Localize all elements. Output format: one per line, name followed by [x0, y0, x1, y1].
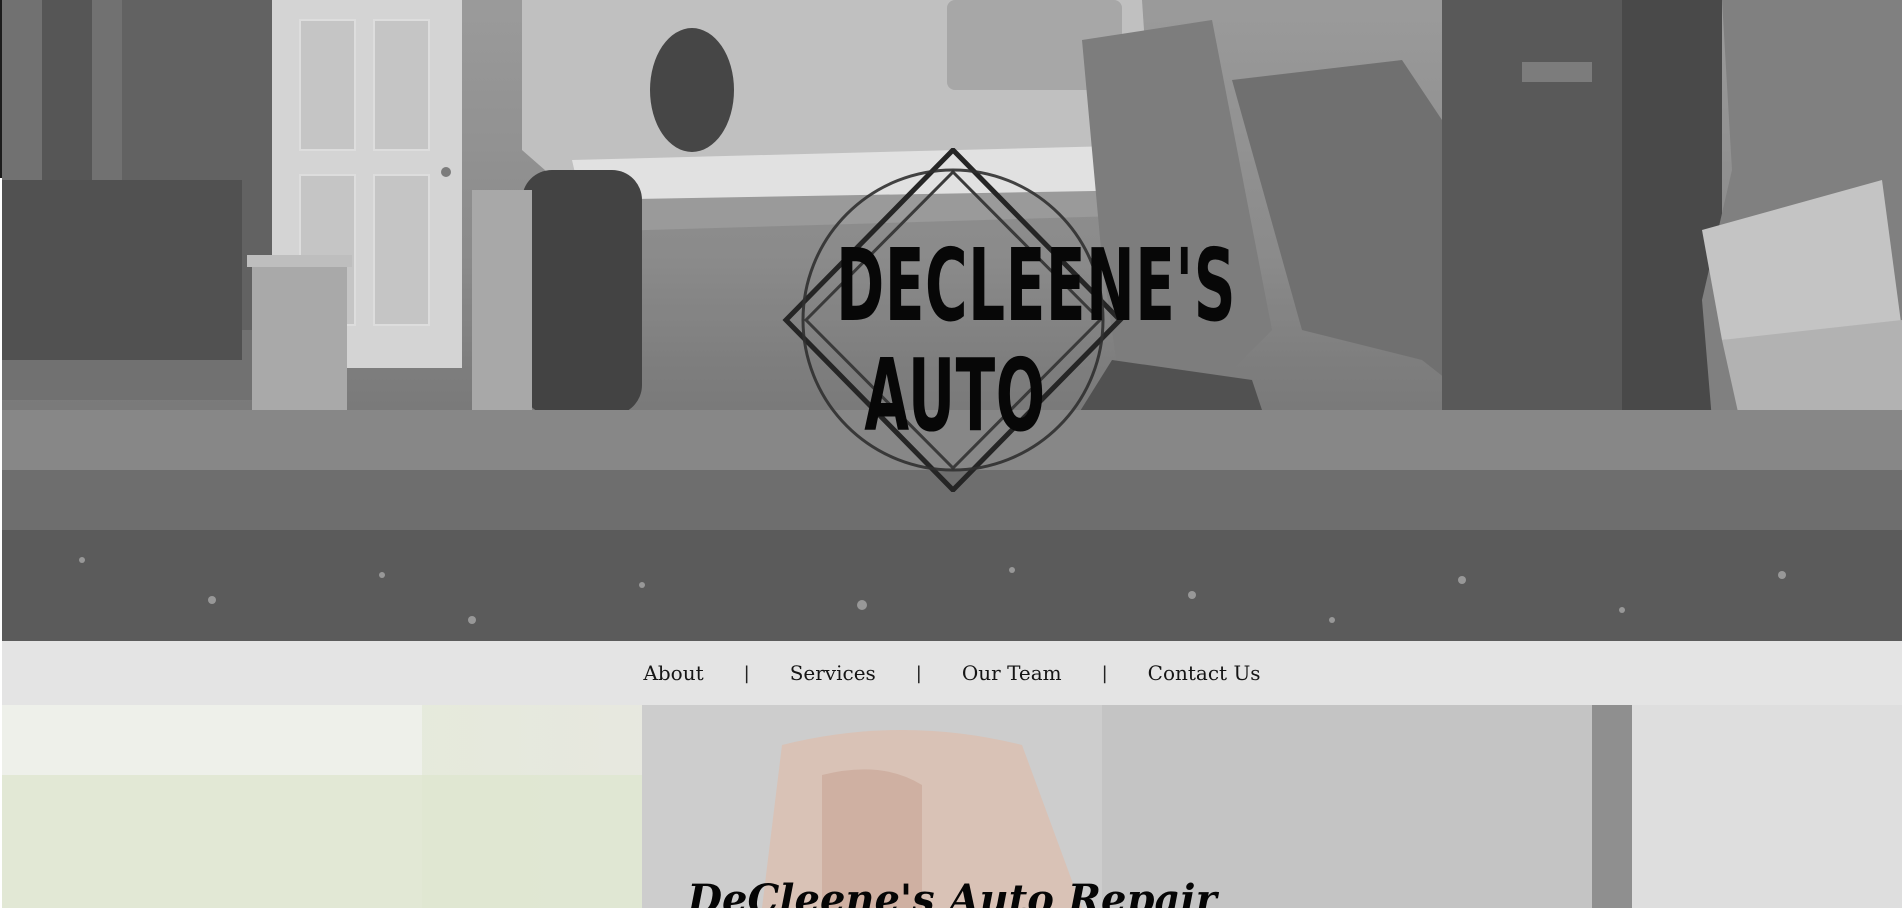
nav-link-contact-us[interactable]: Contact Us: [1146, 661, 1263, 685]
nav-separator: |: [915, 662, 922, 684]
nav-link-services[interactable]: Services: [788, 661, 878, 685]
nav-separator: |: [1101, 662, 1108, 684]
logo-text-auto: AUTO: [864, 337, 1046, 454]
section-title: DeCleene's Auto Repair: [687, 876, 1217, 908]
about-hero-section: DeCleene's Auto Repair: [2, 705, 1902, 908]
nav-link-our-team[interactable]: Our Team: [960, 661, 1064, 685]
logo-text-name: DECLEENE'S: [836, 227, 1237, 344]
nav-link-about[interactable]: About: [641, 661, 705, 685]
page: DECLEENE'S AUTO About | Services | Our T…: [0, 0, 1902, 908]
corner-strip: [0, 0, 2, 178]
nav-items: About | Services | Our Team | Contact Us: [2, 641, 1902, 705]
brand-logo: DECLEENE'S AUTO: [750, 148, 1237, 492]
nav-separator: |: [743, 662, 750, 684]
main-nav: About | Services | Our Team | Contact Us: [2, 641, 1902, 705]
